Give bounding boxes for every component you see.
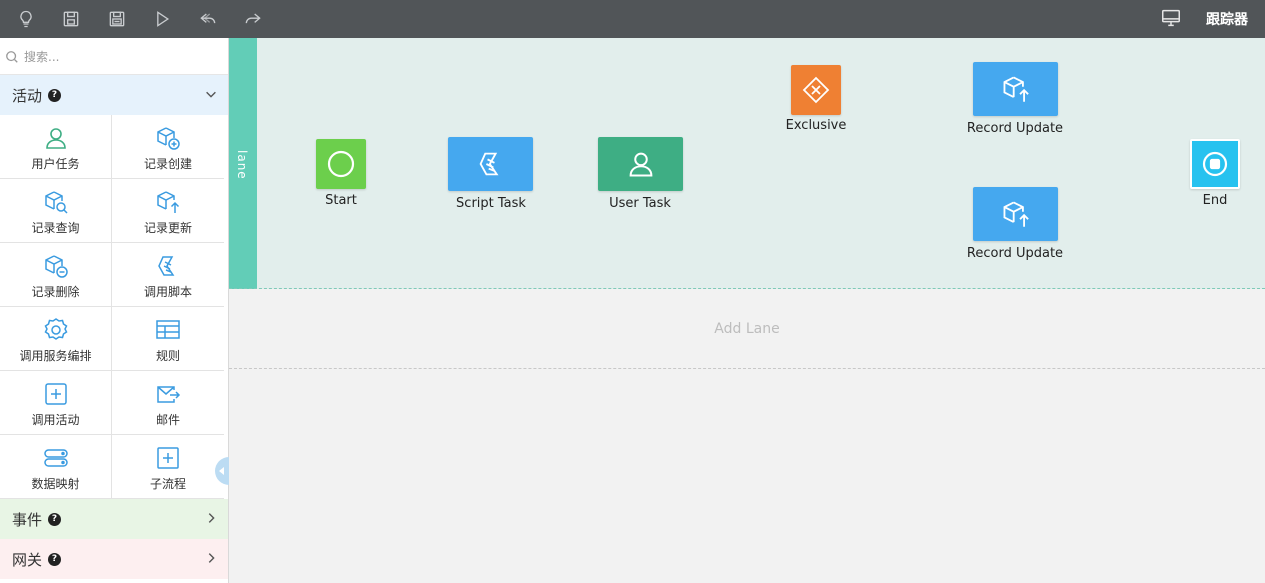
gear-icon: [44, 318, 67, 340]
palette-item-rule[interactable]: 规则: [112, 307, 224, 371]
pool[interactable]: lane Start Script Task User Task Exclusi…: [229, 38, 1265, 289]
script-task[interactable]: [448, 137, 533, 191]
record-delete-icon: [44, 255, 68, 278]
undo-icon[interactable]: [195, 6, 221, 32]
record-update-task-2-label: Record Update: [966, 246, 1064, 261]
save-icon[interactable]: [58, 6, 84, 32]
add-lane-button[interactable]: Add Lane: [229, 289, 1265, 369]
script-icon: [479, 152, 498, 176]
section-events-label: 事件: [12, 510, 43, 529]
record-update-task-1-label: Record Update: [966, 121, 1064, 136]
data-map-icon: [43, 449, 68, 467]
record-update-icon: [1003, 76, 1029, 102]
search-input[interactable]: [24, 46, 222, 68]
lightbulb-icon[interactable]: [13, 6, 39, 32]
chevron-right-icon: [208, 513, 215, 523]
help-icon[interactable]: ?: [48, 512, 62, 526]
mail-icon: [157, 386, 181, 403]
record-update-task-2[interactable]: [973, 187, 1058, 241]
record-update-task-1[interactable]: [973, 62, 1058, 116]
palette-item-record-delete[interactable]: 记录删除: [0, 243, 112, 307]
section-gateway-label: 网关: [12, 550, 43, 569]
palette-item-record-update[interactable]: 记录更新: [112, 179, 224, 243]
end-event[interactable]: [1190, 139, 1240, 189]
palette-item-label: 子流程: [149, 477, 186, 491]
section-events-header[interactable]: 事件 ?: [0, 499, 228, 539]
tracker-button[interactable]: 跟踪器: [1206, 9, 1248, 29]
palette-sidebar: 活动 ? 用户任务 记录创建 记录查询 记录更新 记录删除 调用脚本: [0, 38, 229, 583]
palette-item-user-task[interactable]: 用户任务: [0, 115, 112, 179]
user-icon: [629, 152, 652, 177]
palette-item-record-query[interactable]: 记录查询: [0, 179, 112, 243]
palette-item-label: 调用脚本: [143, 285, 192, 299]
script-task-label: Script Task: [456, 196, 526, 211]
palette-item-label: 调用服务编排: [19, 349, 92, 363]
exclusive-gateway-label: Exclusive: [785, 118, 847, 133]
search-bar: [0, 38, 228, 75]
palette-item-script[interactable]: 调用脚本: [112, 243, 224, 307]
palette-item-label: 记录删除: [31, 285, 80, 299]
diamond-x-icon: [802, 76, 830, 104]
help-icon[interactable]: ?: [48, 88, 62, 102]
search-icon: [6, 51, 18, 63]
palette-item-label: 规则: [155, 349, 180, 363]
exclusive-gateway[interactable]: [791, 65, 841, 115]
palette-item-record-create[interactable]: 记录创建: [112, 115, 224, 179]
diagram-canvas[interactable]: lane Start Script Task User Task Exclusi…: [229, 38, 1265, 583]
palette-item-label: 记录更新: [143, 221, 192, 235]
rule-table-icon: [156, 320, 180, 339]
start-event[interactable]: [316, 139, 366, 189]
palette-item-mail[interactable]: 邮件: [112, 371, 224, 435]
palette-item-subprocess[interactable]: 子流程: [112, 435, 224, 499]
chevron-right-icon: [208, 553, 215, 563]
user-task-label: User Task: [609, 196, 671, 211]
add-lane-label: Add Lane: [714, 320, 780, 337]
stop-circle-icon: [1202, 151, 1228, 177]
section-gateway-header[interactable]: 网关 ?: [0, 539, 228, 579]
palette-item-label: 邮件: [155, 413, 180, 427]
monitor-icon[interactable]: [1160, 7, 1184, 31]
record-query-icon: [44, 191, 68, 214]
user-icon: [45, 128, 66, 149]
start-event-label: Start: [325, 193, 357, 208]
user-task[interactable]: [598, 137, 683, 191]
toolbar: 跟踪器: [0, 0, 1265, 38]
section-activity-header[interactable]: 活动 ?: [0, 75, 228, 115]
section-activity-label: 活动: [12, 86, 43, 105]
circle-icon: [327, 150, 355, 178]
record-create-icon: [157, 127, 180, 150]
run-icon[interactable]: [149, 6, 175, 32]
end-event-label: End: [1202, 193, 1228, 208]
save-as-icon[interactable]: [104, 6, 130, 32]
subprocess-icon: [157, 447, 179, 469]
palette-item-label: 调用活动: [31, 413, 80, 427]
palette-item-label: 记录查询: [31, 221, 80, 235]
lane-label: lane: [235, 150, 249, 180]
chevron-down-icon: [206, 91, 216, 98]
redo-icon[interactable]: [240, 6, 266, 32]
palette-item-label: 数据映射: [31, 477, 80, 491]
record-update-icon: [1003, 201, 1029, 227]
palette-item-label: 用户任务: [31, 157, 80, 171]
lane-header[interactable]: lane: [229, 38, 257, 289]
script-icon: [158, 256, 175, 276]
plus-square-icon: [44, 383, 67, 405]
palette-item-label: 记录创建: [143, 157, 192, 171]
palette-item-data-mapping[interactable]: 数据映射: [0, 435, 112, 499]
help-icon[interactable]: ?: [48, 552, 62, 566]
palette-item-call-activity[interactable]: 调用活动: [0, 371, 112, 435]
record-update-icon: [157, 191, 180, 213]
palette-item-service-orchestration[interactable]: 调用服务编排: [0, 307, 112, 371]
